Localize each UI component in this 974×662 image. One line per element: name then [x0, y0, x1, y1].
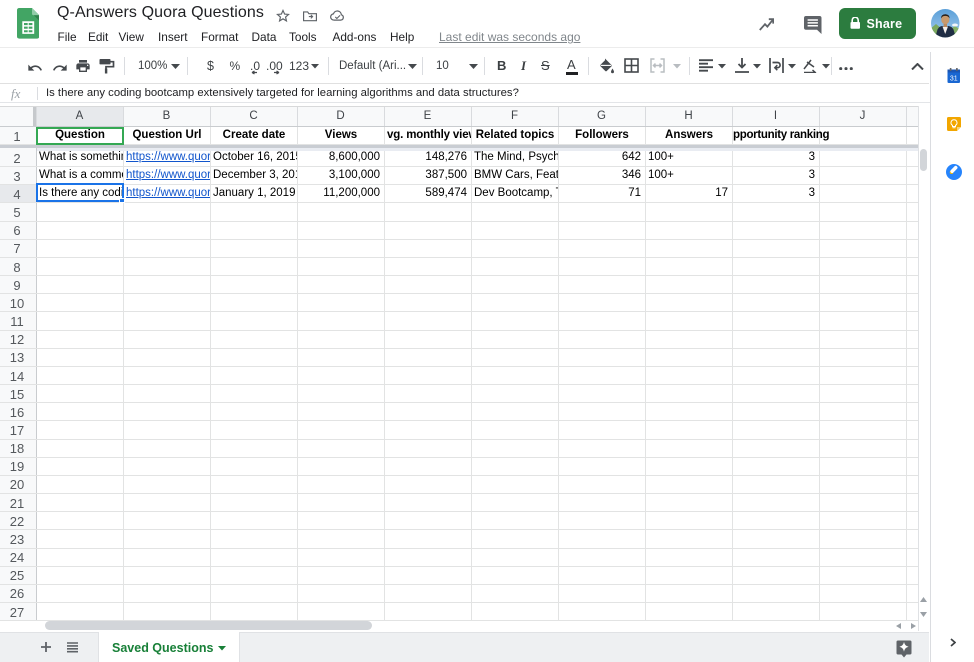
svg-text:31: 31 [949, 76, 957, 83]
